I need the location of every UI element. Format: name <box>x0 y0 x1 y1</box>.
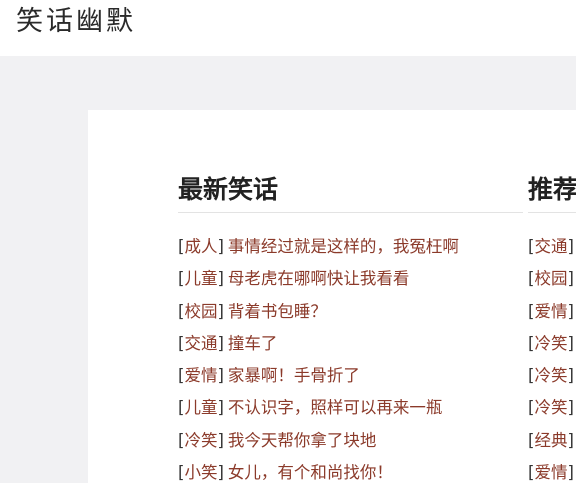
category-bracket-close: ] <box>567 269 574 289</box>
category-link[interactable]: 成人 <box>184 237 217 256</box>
joke-list-item: [交通] <box>528 231 574 263</box>
category-link[interactable]: 经典 <box>534 431 567 450</box>
joke-title-link[interactable]: 我今天帮你拿了块地 <box>228 431 377 450</box>
category-link[interactable]: 冷笑 <box>534 334 567 353</box>
joke-title-link[interactable]: 事情经过就是这样的，我冤枉啊 <box>228 237 459 256</box>
joke-title-link[interactable]: 母老虎在哪啊快让我看看 <box>228 269 410 288</box>
recommended-jokes-heading: 推荐 <box>528 170 576 213</box>
joke-list-item: [爱情] <box>528 457 574 483</box>
category-bracket-close: ] <box>567 333 574 353</box>
page: 笑话幽默 最新笑话 [成人] 事情经过就是这样的，我冤枉啊 [儿童] 母老虎在哪啊快让… <box>0 0 576 483</box>
recommended-jokes-section: 推荐 [交通] [校园] [爱情] [冷笑] [冷笑] [冷笑] [经典] [爱情] <box>528 170 576 482</box>
category-bracket-close: ] <box>217 366 224 386</box>
category-bracket-close: ] <box>567 398 574 418</box>
category-bracket-close: ] <box>217 430 224 450</box>
site-header: 笑话幽默 <box>0 0 576 56</box>
site-logo[interactable]: 笑话幽默 <box>16 4 136 40</box>
category-bracket-close: ] <box>567 430 574 450</box>
category-bracket-close: ] <box>567 366 574 386</box>
joke-list-item: [儿童] 母老虎在哪啊快让我看看 <box>178 263 459 295</box>
joke-title-link[interactable]: 撞车了 <box>228 334 278 353</box>
category-bracket-close: ] <box>567 463 574 483</box>
latest-jokes-heading: 最新笑话 <box>178 170 523 213</box>
category-link[interactable]: 爱情 <box>534 463 567 482</box>
category-link[interactable]: 交通 <box>184 334 217 353</box>
category-link[interactable]: 爱情 <box>534 302 567 321</box>
category-bracket-close: ] <box>217 269 224 289</box>
joke-list-item: [冷笑] 我今天帮你拿了块地 <box>178 425 459 457</box>
joke-title-link[interactable]: 家暴啊！手骨折了 <box>228 366 360 385</box>
category-link[interactable]: 儿童 <box>184 269 217 288</box>
joke-list-item: [小笑] 女儿，有个和尚找你！ <box>178 457 459 483</box>
joke-list-item: [成人] 事情经过就是这样的，我冤枉啊 <box>178 231 459 263</box>
category-bracket-close: ] <box>217 463 224 483</box>
latest-jokes-list: [成人] 事情经过就是这样的，我冤枉啊 [儿童] 母老虎在哪啊快让我看看 [校园] 背着书… <box>178 231 459 483</box>
latest-jokes-section: 最新笑话 [成人] 事情经过就是这样的，我冤枉啊 [儿童] 母老虎在哪啊快让我看看 [校… <box>178 170 523 482</box>
joke-list-item: [经典] <box>528 425 574 457</box>
joke-list-item: [冷笑] <box>528 328 574 360</box>
category-bracket-close: ] <box>567 301 574 321</box>
joke-title-link[interactable]: 不认识字，照样可以再来一瓶 <box>228 398 443 417</box>
category-link[interactable]: 冷笑 <box>184 431 217 450</box>
category-link[interactable]: 儿童 <box>184 398 217 417</box>
joke-list-item: [爱情] <box>528 296 574 328</box>
joke-list-item: [冷笑] <box>528 392 574 424</box>
joke-list-item: [校园] 背着书包睡？ <box>178 296 459 328</box>
joke-list-item: [爱情] 家暴啊！手骨折了 <box>178 360 459 392</box>
category-link[interactable]: 爱情 <box>184 366 217 385</box>
category-link[interactable]: 校园 <box>184 302 217 321</box>
category-bracket-close: ] <box>217 333 224 353</box>
category-link[interactable]: 小笑 <box>184 463 217 482</box>
joke-list-item: [交通] 撞车了 <box>178 328 459 360</box>
category-bracket-close: ] <box>217 398 224 418</box>
category-bracket-close: ] <box>217 237 224 256</box>
joke-list-item: [校园] <box>528 263 574 295</box>
category-link[interactable]: 校园 <box>534 269 567 288</box>
category-link[interactable]: 冷笑 <box>534 366 567 385</box>
joke-title-link[interactable]: 背着书包睡？ <box>228 302 327 321</box>
joke-title-link[interactable]: 女儿，有个和尚找你！ <box>228 463 393 482</box>
recommended-jokes-list: [交通] [校园] [爱情] [冷笑] [冷笑] [冷笑] [经典] [爱情] <box>528 231 574 483</box>
category-bracket-close: ] <box>217 301 224 321</box>
joke-list-item: [冷笑] <box>528 360 574 392</box>
category-bracket-close: ] <box>567 237 574 256</box>
category-link[interactable]: 冷笑 <box>534 398 567 417</box>
joke-list-item: [儿童] 不认识字，照样可以再来一瓶 <box>178 392 459 424</box>
category-link[interactable]: 交通 <box>534 237 567 256</box>
